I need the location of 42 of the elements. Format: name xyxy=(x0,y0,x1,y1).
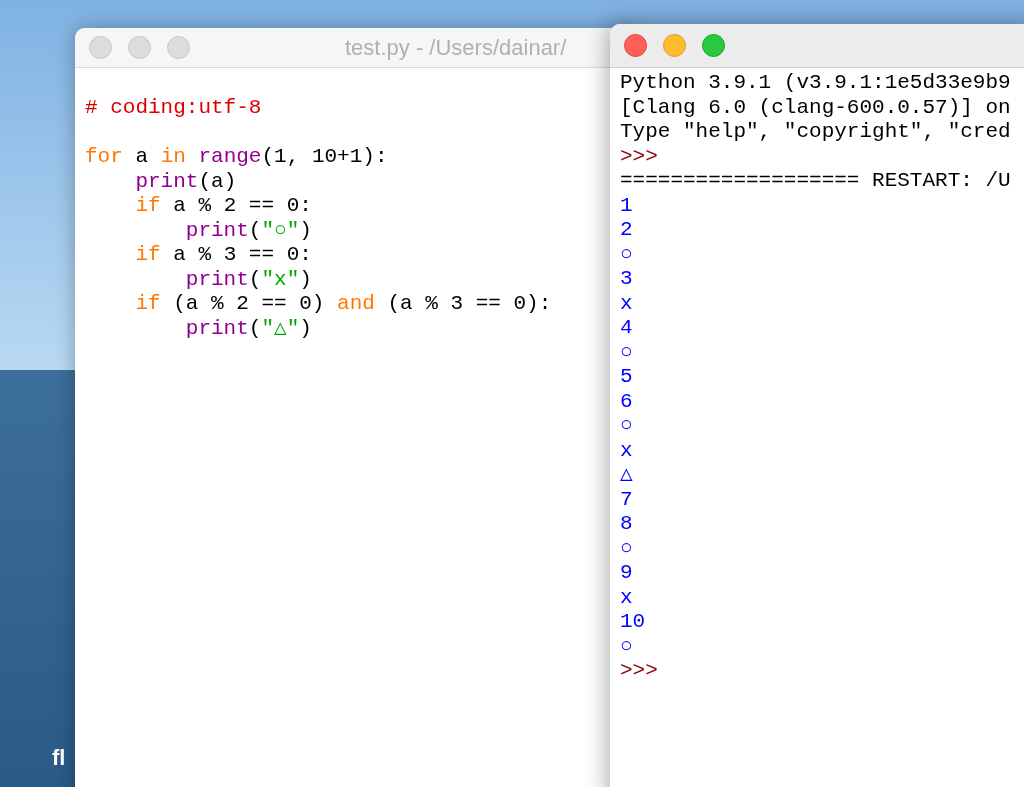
desktop-label: fl xyxy=(52,744,66,772)
shell-line: ○ xyxy=(620,414,633,439)
zoom-button[interactable] xyxy=(702,34,725,57)
code-line: if a % 2 == 0: xyxy=(134,194,312,219)
shell-line: △ xyxy=(620,463,633,488)
code-line: print("△") xyxy=(184,316,312,341)
shell-line: x xyxy=(620,438,633,463)
zoom-button[interactable] xyxy=(167,36,190,59)
shell-line: 8 xyxy=(620,512,633,537)
shell-line: 1 xyxy=(620,193,633,218)
code-line: if (a % 2 == 0) and (a % 3 == 0): xyxy=(134,292,552,317)
shell-line: ○ xyxy=(620,340,633,365)
shell-line: 9 xyxy=(620,561,633,586)
shell-line: 2 xyxy=(620,218,633,243)
shell-line: ○ xyxy=(620,536,633,561)
shell-line: 4 xyxy=(620,316,633,341)
code-line: print("○") xyxy=(184,218,312,243)
shell-line: [Clang 6.0 (clang-600.0.57)] on xyxy=(620,95,1011,120)
shell-line: =================== RESTART: /U xyxy=(620,169,1011,194)
shell-line: >>> xyxy=(620,659,658,684)
shell-line: 7 xyxy=(620,487,633,512)
shell-line: x xyxy=(620,585,633,610)
shell-line: 10 xyxy=(620,610,646,635)
shell-line: >>> xyxy=(620,144,658,169)
shell-line: Type "help", "copyright", "cred xyxy=(620,120,1011,145)
minimize-button[interactable] xyxy=(128,36,151,59)
shell-line: Python 3.9.1 (v3.9.1:1e5d33e9b9 xyxy=(620,71,1011,96)
shell-line: x xyxy=(620,291,633,316)
shell-line: 5 xyxy=(620,365,633,390)
shell-line: 3 xyxy=(620,267,633,292)
minimize-button[interactable] xyxy=(663,34,686,57)
code-line: print("x") xyxy=(184,267,312,292)
shell-line: 6 xyxy=(620,389,633,414)
code-line: for a in range(1, 10+1): xyxy=(85,145,388,170)
shell-line: ○ xyxy=(620,242,633,267)
shell-line: ○ xyxy=(620,634,633,659)
code-line: print(a) xyxy=(134,169,237,194)
window-title: test.py - /Users/dainar/ xyxy=(345,34,567,62)
code-line: # coding:utf-8 xyxy=(85,96,262,121)
code-line: if a % 3 == 0: xyxy=(134,243,312,268)
close-button[interactable] xyxy=(624,34,647,57)
close-button[interactable] xyxy=(89,36,112,59)
